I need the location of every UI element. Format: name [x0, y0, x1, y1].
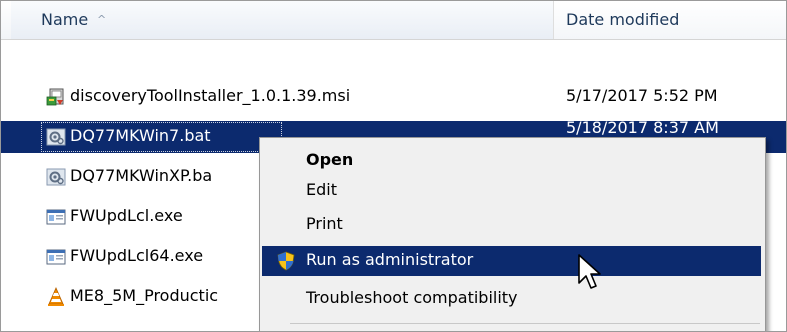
- menu-item-label: Edit: [306, 180, 337, 199]
- file-row[interactable]: discoveryToolInstaller_1.0.1.39.msi 5/17…: [1, 81, 786, 113]
- menu-item-open[interactable]: Open: [262, 146, 761, 176]
- name-column-header[interactable]: Name ^: [11, 1, 554, 39]
- explorer-file-list: Name ^ Date modified discoveryToolInstal…: [0, 0, 787, 332]
- menu-item-label: Troubleshoot compatibility: [306, 288, 518, 307]
- column-header-bar: Name ^ Date modified: [1, 1, 786, 40]
- menu-item-troubleshoot-compatibility[interactable]: Troubleshoot compatibility: [262, 284, 761, 314]
- vlc-cone-icon: [48, 287, 64, 306]
- menu-item-run-as-administrator[interactable]: Run as administrator: [262, 246, 761, 276]
- menu-item-label: Run as administrator: [306, 250, 474, 269]
- uac-shield-icon: [277, 251, 295, 271]
- date-modified-column-label: Date modified: [566, 10, 680, 29]
- date-modified-column-header[interactable]: Date modified: [554, 1, 786, 39]
- menu-item-print[interactable]: Print: [262, 210, 761, 240]
- menu-item-label: Open: [306, 150, 354, 169]
- batch-file-icon: [46, 168, 66, 186]
- batch-file-icon: [46, 128, 66, 146]
- file-name: DQ77MKWin7.bat: [70, 126, 211, 145]
- file-name: ME8_5M_Productic: [70, 286, 219, 305]
- exe-app-icon: [46, 249, 66, 265]
- file-name: discoveryToolInstaller_1.0.1.39.msi: [70, 86, 351, 105]
- msi-installer-icon: [46, 88, 64, 106]
- menu-item-label: Print: [306, 214, 343, 233]
- menu-item-edit[interactable]: Edit: [262, 176, 761, 206]
- file-name: FWUpdLcl64.exe: [70, 246, 204, 265]
- name-column-label: Name: [41, 10, 89, 29]
- file-name: DQ77MKWinXP.ba: [70, 166, 213, 185]
- file-date: 5/17/2017 5:52 PM: [566, 86, 718, 105]
- file-name: FWUpdLcl.exe: [70, 206, 183, 225]
- context-menu: Open Edit Print Run as administrator Tro…: [259, 137, 766, 331]
- sort-ascending-icon: ^: [97, 13, 107, 26]
- mouse-pointer-icon: [578, 254, 601, 289]
- menu-separator: [290, 323, 760, 324]
- exe-app-icon: [46, 209, 66, 225]
- file-date: 5/18/2017 8:37 AM: [566, 118, 719, 137]
